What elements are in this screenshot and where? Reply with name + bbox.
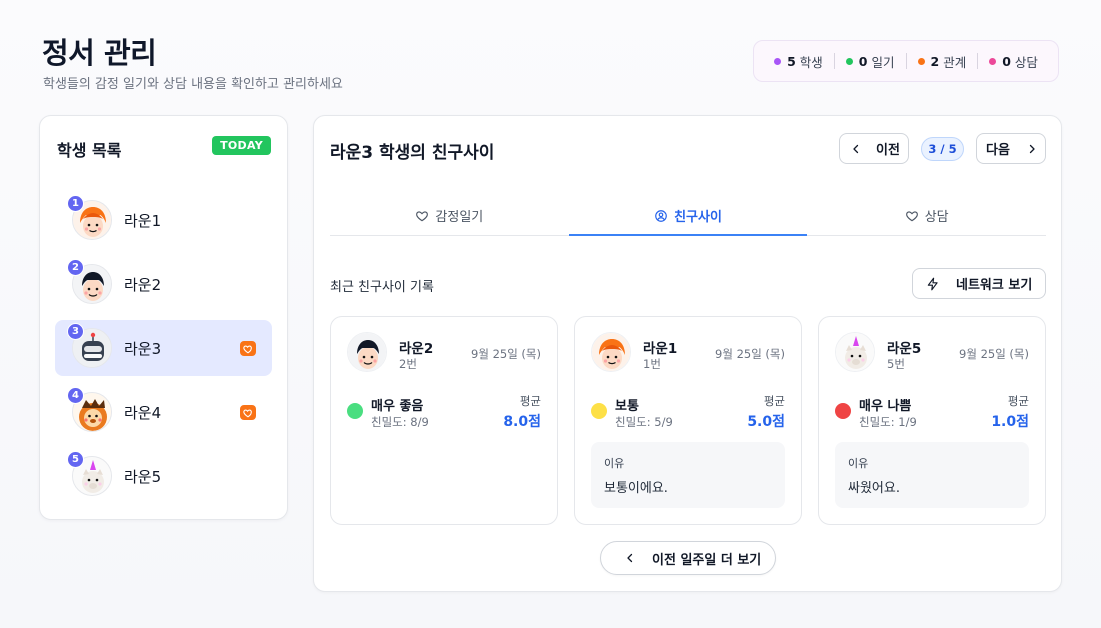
section-label: 최근 친구사이 기록 (330, 280, 434, 295)
student-list-panel: 학생 목록 TODAY 1 라운1 2 라운2 3 라운3 4 라운4 5 라운… (39, 115, 288, 520)
record-date: 9월 25일 (목) (959, 347, 1029, 361)
student-number-badge: 2 (67, 259, 84, 276)
mood-dot (835, 403, 851, 419)
friendship-cards: 라운2 2번 9월 25일 (목) 매우 좋음 친밀도: 8/9 평균 8.0점… (330, 316, 1046, 525)
friendship-card: 라운1 1번 9월 25일 (목) 보통 친밀도: 5/9 평균 5.0점 이유… (574, 316, 802, 525)
main-title: 라운3 학생의 친구사이 (330, 143, 495, 163)
blackhair-avatar (347, 332, 387, 372)
average-score: 5.0점 (747, 414, 785, 430)
chevron-left-icon (853, 144, 859, 153)
stat-dot (917, 57, 925, 65)
student-name: 라운1 (124, 211, 162, 230)
heart-icon (240, 341, 256, 356)
today-badge: TODAY (212, 136, 271, 155)
average-score: 8.0점 (503, 414, 541, 430)
average-label: 평균 (1007, 394, 1029, 408)
tab-emotion-diary[interactable]: 감정일기 (330, 196, 569, 235)
reason-box: 이유 싸웠어요. (835, 442, 1029, 508)
friend-name: 라운5 (887, 341, 922, 357)
closeness-value: 친밀도: 8/9 (371, 415, 429, 429)
closeness-value: 친밀도: 1/9 (859, 415, 917, 429)
student-number-badge: 3 (67, 323, 84, 340)
stat-dot (989, 57, 997, 65)
closeness-value: 친밀도: 5/9 (615, 415, 673, 429)
page-title: 정서 관리 (42, 36, 157, 70)
student-item-2[interactable]: 2 라운2 (55, 256, 272, 312)
friend-name: 라운1 (643, 341, 678, 357)
mood-label: 보통 (615, 399, 639, 414)
heart-outline-icon (416, 210, 429, 221)
heart-icon (240, 405, 256, 420)
load-previous-week-button[interactable]: 이전 일주일 더 보기 (600, 541, 776, 575)
student-name: 라운2 (124, 275, 162, 294)
next-student-button[interactable]: 다음 (976, 133, 1046, 164)
reason-label: 이유 (604, 457, 625, 470)
student-item-4[interactable]: 4 라운4 (55, 384, 272, 440)
average-score: 1.0점 (991, 414, 1029, 430)
friend-number: 1번 (643, 357, 661, 371)
friendship-card: 라운5 5번 9월 25일 (목) 매우 나쁨 친밀도: 1/9 평균 1.0점… (818, 316, 1046, 525)
stat-dot (845, 57, 853, 65)
stat-students: 5 학생 (763, 53, 834, 70)
reason-box: 이유 보통이에요. (591, 442, 785, 508)
friend-number: 2번 (399, 357, 417, 371)
chevron-left-icon (627, 553, 633, 563)
redhair-avatar (591, 332, 631, 372)
average-label: 평균 (519, 394, 541, 408)
student-number-badge: 1 (67, 195, 84, 212)
student-list-title: 학생 목록 (57, 141, 122, 160)
record-date: 9월 25일 (목) (715, 347, 785, 361)
stat-counseling: 0 상담 (977, 53, 1049, 70)
stat-dot (774, 57, 782, 65)
reason-label: 이유 (848, 457, 869, 470)
heart-outline-icon (905, 210, 918, 221)
reason-text: 보통이에요. (604, 481, 668, 496)
stat-diaries: 0 일기 (833, 53, 906, 70)
network-view-button[interactable]: 네트워크 보기 (912, 268, 1046, 299)
tab-counseling[interactable]: 상담 (807, 196, 1046, 235)
student-name: 라운4 (124, 403, 162, 422)
prev-label: 이전 (876, 143, 900, 158)
student-list: 1 라운1 2 라운2 3 라운3 4 라운4 5 라운5 (55, 192, 272, 512)
unicorn-avatar (835, 332, 875, 372)
tab-friendship[interactable]: 친구사이 (568, 196, 808, 236)
student-name: 라운3 (124, 339, 162, 358)
student-item-1[interactable]: 1 라운1 (55, 192, 272, 248)
main-panel: 라운3 학생의 친구사이 이전 3 / 5 다음 감정일기 친구사이 상담 최근… (313, 115, 1062, 592)
average-label: 평균 (763, 394, 785, 408)
prev-student-button[interactable]: 이전 (839, 133, 909, 164)
friendship-card: 라운2 2번 9월 25일 (목) 매우 좋음 친밀도: 8/9 평균 8.0점 (330, 316, 558, 525)
student-number-badge: 4 (67, 387, 84, 404)
next-label: 다음 (986, 143, 1010, 158)
record-date: 9월 25일 (목) (471, 347, 541, 361)
friend-number: 5번 (887, 357, 905, 371)
mood-dot (347, 403, 363, 419)
mood-dot (591, 403, 607, 419)
user-circle-icon (655, 209, 667, 222)
reason-text: 싸웠어요. (848, 481, 900, 496)
student-item-3[interactable]: 3 라운3 (55, 320, 272, 376)
stats-summary: 5 학생 0 일기 2 관계 0 상담 (753, 40, 1059, 82)
stat-relations: 2 관계 (905, 53, 978, 70)
lightning-icon (927, 277, 938, 290)
student-number-badge: 5 (67, 451, 84, 468)
friend-name: 라운2 (399, 341, 434, 357)
page-subtitle: 학생들의 감정 일기와 상담 내용을 확인하고 관리하세요 (43, 77, 343, 92)
page-indicator: 3 / 5 (921, 137, 964, 161)
student-name: 라운5 (124, 467, 162, 486)
tab-bar: 감정일기 친구사이 상담 (330, 196, 1046, 236)
mood-label: 매우 좋음 (371, 399, 424, 414)
mood-label: 매우 나쁨 (859, 399, 912, 414)
chevron-right-icon (1029, 144, 1035, 153)
student-item-5[interactable]: 5 라운5 (55, 448, 272, 504)
